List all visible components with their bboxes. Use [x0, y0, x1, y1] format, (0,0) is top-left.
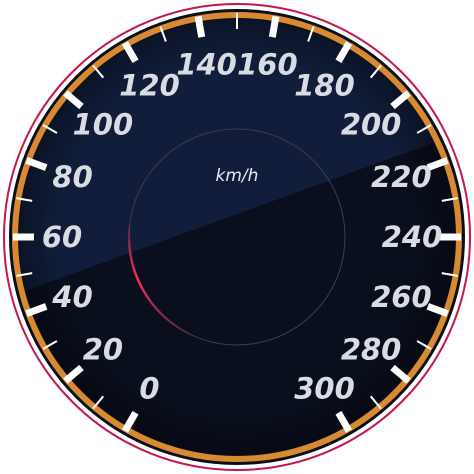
- scale-label-300: 300: [294, 372, 355, 406]
- scale-label-160: 160: [237, 48, 298, 82]
- scale-label-0: 0: [139, 372, 159, 406]
- scale-label-180: 180: [294, 68, 355, 102]
- unit-label: km/h: [216, 166, 259, 186]
- scale-label-60: 60: [42, 220, 82, 254]
- scale-label-140: 140: [176, 48, 237, 82]
- scale-label-260: 260: [371, 280, 432, 314]
- scale-label-200: 200: [341, 108, 402, 142]
- scale-label-100: 100: [73, 108, 134, 142]
- major-tick: [194, 15, 206, 38]
- scale-label-80: 80: [52, 160, 92, 194]
- scale-label-120: 120: [119, 68, 180, 102]
- major-tick: [268, 15, 280, 38]
- scale-label-40: 40: [51, 280, 92, 314]
- scale-label-20: 20: [83, 333, 123, 367]
- scale-label-280: 280: [341, 333, 402, 367]
- speedometer-gauge: 0 20 40 60 80 100 120140 160180 200 220 240 260 280 3…: [3, 3, 471, 471]
- scale-label-220: 220: [371, 160, 432, 194]
- scale-label-240: 240: [382, 220, 443, 254]
